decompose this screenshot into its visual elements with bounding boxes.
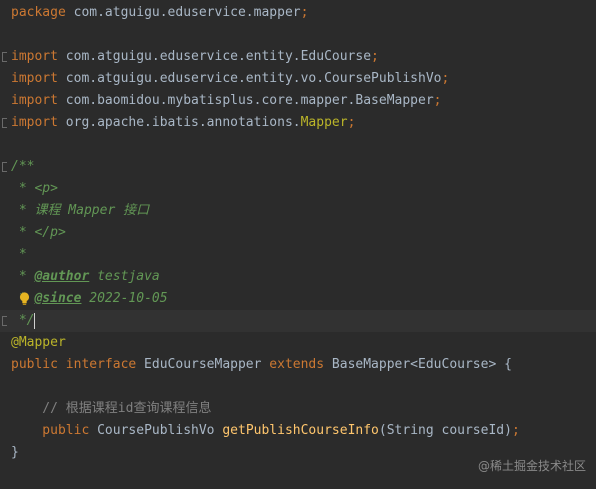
semicolon: ; — [347, 115, 356, 130]
doc-comment-text: * 课程 Mapper 接口 — [11, 203, 150, 218]
keyword: extends — [269, 357, 325, 372]
doc-comment-text: * <p> — [11, 181, 58, 196]
fold-marker-icon[interactable] — [2, 316, 7, 326]
import-path: org.apache.ibatis.annotations. — [57, 115, 301, 130]
code-line-import: import com.atguigu.eduservice.entity.vo.… — [0, 68, 596, 90]
package-name: com.atguigu.eduservice.mapper — [65, 5, 301, 20]
semicolon: ; — [441, 71, 450, 86]
doc-comment-text: * — [11, 269, 35, 284]
semicolon: ; — [433, 93, 442, 108]
import-path: com.baomidou.mybatisplus.core.mapper.Bas… — [57, 93, 434, 108]
doc-tag-value: 2022-10-05 — [81, 291, 168, 306]
code-line-doc-author: * @author testjava — [0, 266, 596, 288]
keyword: import — [11, 93, 58, 108]
code-line-package: package com.atguigu.eduservice.mapper; — [0, 2, 596, 24]
keyword: import — [11, 115, 58, 130]
import-path: com.atguigu.eduservice.entity.EduCourse — [57, 49, 372, 64]
keyword: public — [11, 423, 90, 438]
doc-comment-text: * — [11, 247, 27, 262]
code-line-import: import com.baomidou.mybatisplus.core.map… — [0, 90, 596, 112]
code-line-doc-comment-end: */ — [0, 310, 596, 332]
code-line-doc-comment: * — [0, 244, 596, 266]
fold-marker-icon[interactable] — [2, 52, 7, 62]
doc-comment-text: */ — [11, 313, 35, 328]
keyword: import — [11, 71, 58, 86]
annotation-class: Mapper — [300, 115, 348, 130]
return-type: CoursePublishVo — [89, 423, 223, 438]
code-line-interface-declaration: public interface EduCourseMapper extends… — [0, 354, 596, 376]
annotation-mapper: @Mapper — [11, 335, 66, 350]
semicolon: ; — [371, 49, 379, 64]
code-line-doc-comment: * <p> — [0, 178, 596, 200]
keyword: public interface — [11, 357, 137, 372]
fold-marker-icon[interactable] — [2, 162, 7, 172]
keyword: import — [11, 49, 58, 64]
doc-tag-value: testjava — [89, 269, 160, 284]
code-line-annotation: @Mapper — [0, 332, 596, 354]
code-line-import: import org.apache.ibatis.annotations.Map… — [0, 112, 596, 134]
extends-type: BaseMapper<EduCourse> { — [324, 357, 512, 372]
keyword: package — [11, 5, 66, 20]
doc-tag-author: @author — [34, 269, 90, 284]
code-line-comment: // 根据课程id查询课程信息 — [0, 398, 596, 420]
closing-brace: } — [11, 445, 19, 460]
lightbulb-icon[interactable] — [19, 292, 30, 306]
code-line-doc-comment: * 课程 Mapper 接口 — [0, 200, 596, 222]
line-comment: // 根据课程id查询课程信息 — [11, 401, 212, 416]
code-line-doc-comment: /** — [0, 156, 596, 178]
code-line-doc-comment: * </p> — [0, 222, 596, 244]
text-caret — [34, 313, 35, 329]
doc-tag-since: @since — [34, 291, 82, 306]
code-line-method-declaration: public CoursePublishVo getPublishCourseI… — [0, 420, 596, 442]
doc-comment-text: * </p> — [11, 225, 66, 240]
method-params: (String courseId) — [378, 423, 512, 438]
code-line-import: import com.atguigu.eduservice.entity.Edu… — [0, 46, 596, 68]
doc-comment-text: /** — [11, 159, 35, 174]
code-editor[interactable]: package com.atguigu.eduservice.mapper; i… — [0, 0, 596, 489]
fold-marker-icon[interactable] — [2, 118, 7, 128]
code-line-doc-since: * @since 2022-10-05 — [0, 288, 596, 310]
import-path: com.atguigu.eduservice.entity.vo.CourseP… — [57, 71, 442, 86]
semicolon: ; — [511, 423, 520, 438]
interface-name: EduCourseMapper — [136, 357, 270, 372]
method-name: getPublishCourseInfo — [222, 423, 379, 438]
semicolon: ; — [300, 5, 309, 20]
watermark: @稀土掘金技术社区 — [477, 459, 586, 473]
